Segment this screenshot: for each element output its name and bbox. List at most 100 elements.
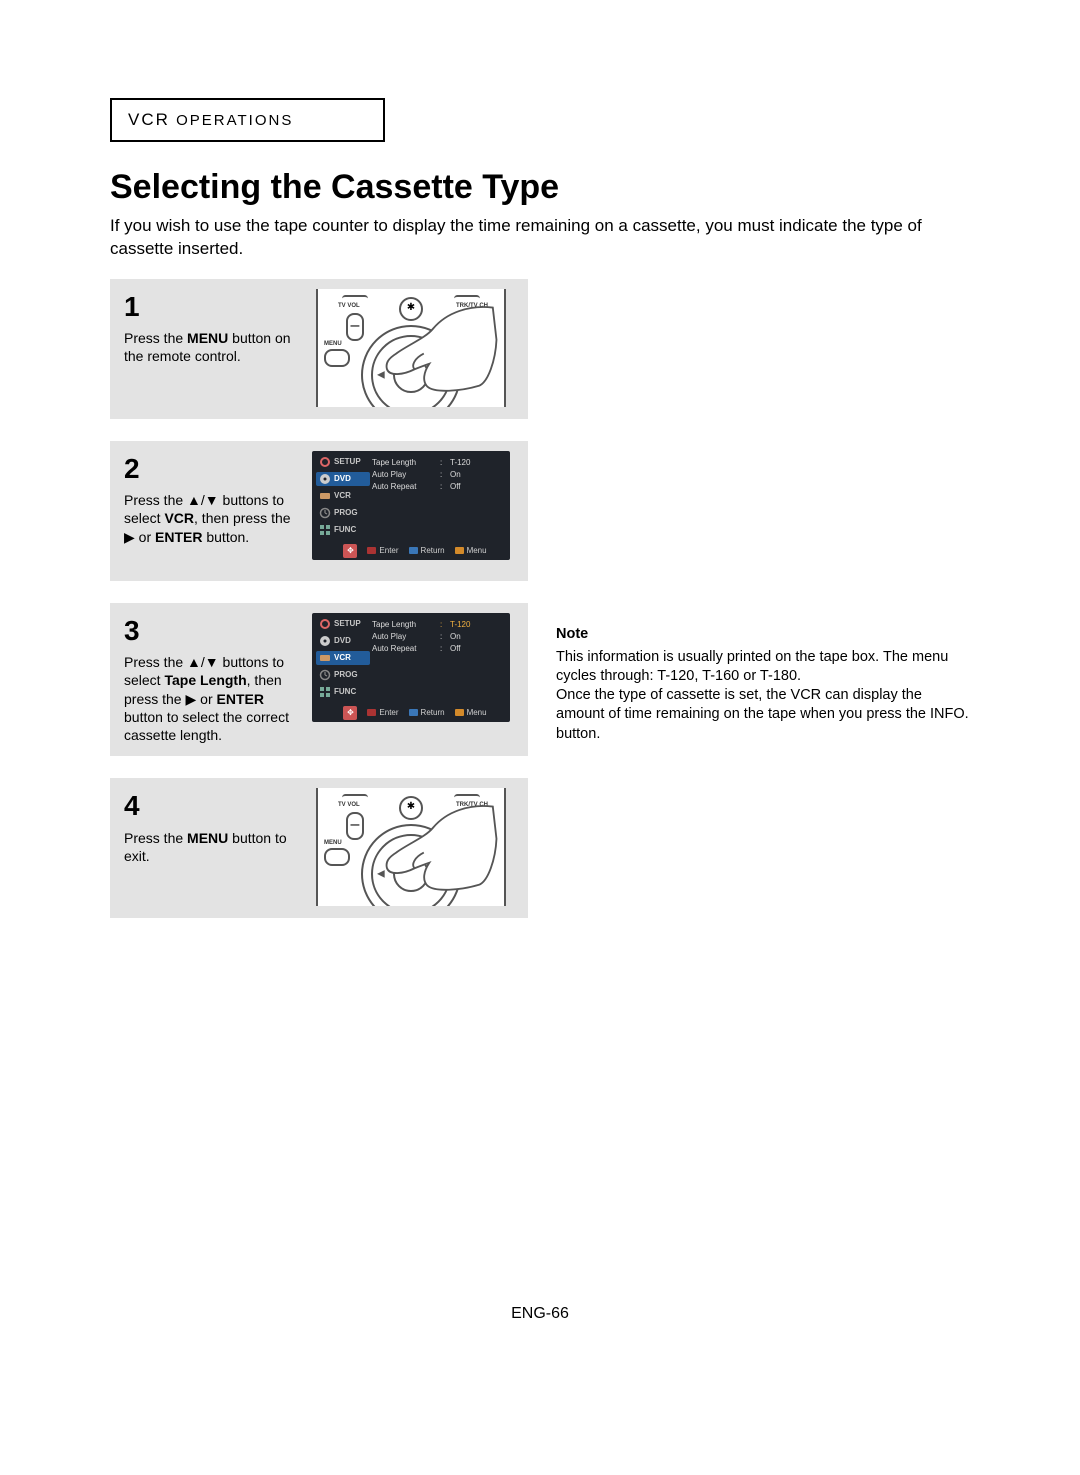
arrow-up-icon: ▲ bbox=[406, 840, 416, 851]
vol-minus-icon: – bbox=[346, 313, 364, 341]
osd-v1: On bbox=[450, 470, 506, 479]
remote-label-trk: TRK/TV CH bbox=[456, 303, 488, 309]
osd-menu: SETUP DVD VCR PROG FUNC Tape Length:T-12… bbox=[312, 451, 510, 560]
s2-t3: , then press the bbox=[194, 510, 291, 526]
step-4: 4 Press the MENU button to exit. TV VOL … bbox=[110, 778, 528, 918]
section-label: VCR OPERATIONS bbox=[128, 110, 293, 129]
osd2-v0: T-120 bbox=[450, 620, 506, 629]
clock-icon bbox=[319, 507, 331, 519]
mute-button-icon: ✱ bbox=[399, 796, 423, 820]
cassette-icon bbox=[319, 490, 331, 502]
cassette-icon bbox=[319, 652, 331, 664]
hint-enter: Enter bbox=[379, 546, 398, 555]
osd-setup: SETUP bbox=[334, 457, 361, 466]
gear-icon bbox=[319, 456, 331, 468]
osd-func: FUNC bbox=[334, 525, 356, 534]
osd2-setup: SETUP bbox=[334, 619, 361, 628]
osd2-dvd: DVD bbox=[334, 636, 351, 645]
clock-icon bbox=[319, 669, 331, 681]
osd2-row-2: Auto Repeat:Off bbox=[372, 643, 506, 655]
grid-icon bbox=[319, 524, 331, 536]
gear-icon bbox=[319, 618, 331, 630]
remote2-label-trk: TRK/TV CH bbox=[456, 802, 488, 808]
steps-column: 1 Press the MENU button on the remote co… bbox=[110, 279, 528, 918]
osd2-k1: Auto Play bbox=[372, 632, 440, 641]
step-1: 1 Press the MENU button on the remote co… bbox=[110, 279, 528, 419]
s4-t1: Press the bbox=[124, 830, 187, 846]
page: VCR OPERATIONS Selecting the Cassette Ty… bbox=[0, 0, 1080, 1475]
s3-t5: button to select the correct cassette le… bbox=[124, 709, 289, 743]
menu-icon bbox=[455, 547, 464, 554]
hint-menu: Menu bbox=[467, 546, 487, 555]
step-4-number: 4 bbox=[124, 788, 304, 824]
mute-button-icon: ✱ bbox=[399, 297, 423, 321]
step-2-number: 2 bbox=[124, 451, 304, 487]
s3-b2: ENTER bbox=[217, 691, 264, 707]
osd-item-prog: PROG bbox=[316, 506, 370, 520]
step-3: 3 Press the ▲/▼ buttons to select Tape L… bbox=[110, 603, 528, 756]
osd-item-dvd: DVD bbox=[316, 634, 370, 648]
s1-b1: MENU bbox=[187, 330, 228, 346]
s3-b1: Tape Length bbox=[164, 672, 246, 688]
enter-icon bbox=[367, 547, 376, 554]
step-3-figure: SETUP DVD VCR PROG FUNC Tape Length:T-12… bbox=[304, 613, 518, 744]
osd2-func: FUNC bbox=[334, 687, 356, 696]
note-column: Note This information is usually printed… bbox=[556, 279, 970, 918]
arrow-left-icon: ◀ bbox=[377, 869, 385, 880]
right-icon: ▶ bbox=[124, 529, 135, 545]
s3-t4: or bbox=[196, 691, 216, 707]
hint2-enter: Enter bbox=[379, 708, 398, 717]
hint2-return: Return bbox=[421, 708, 445, 717]
menu-icon bbox=[455, 709, 464, 716]
osd-item-setup: SETUP bbox=[316, 617, 370, 631]
osd-v0: T-120 bbox=[450, 458, 506, 467]
arrow-up-icon: ▲ bbox=[406, 341, 416, 352]
remote-label-menu: MENU bbox=[324, 341, 342, 347]
disc-icon bbox=[319, 635, 331, 647]
s2-t1: Press the bbox=[124, 492, 187, 508]
osd-v2: Off bbox=[450, 482, 506, 491]
updown-icon: ▲/▼ bbox=[187, 492, 219, 508]
osd-k2: Auto Repeat bbox=[372, 482, 440, 491]
arrow-left-icon: ◀ bbox=[377, 369, 385, 380]
osd2-row-1: Auto Play:On bbox=[372, 631, 506, 643]
osd-item-vcr: VCR bbox=[316, 489, 370, 503]
osd-row-1: Auto Play:On bbox=[372, 469, 506, 481]
s2-b1: VCR bbox=[164, 510, 194, 526]
note-title: Note bbox=[556, 625, 970, 644]
s2-b2: ENTER bbox=[155, 529, 202, 545]
osd-item-vcr: VCR bbox=[316, 651, 370, 665]
disc-icon bbox=[319, 473, 331, 485]
s1-t1: Press the bbox=[124, 330, 187, 346]
s4-b1: MENU bbox=[187, 830, 228, 846]
osd-item-setup: SETUP bbox=[316, 455, 370, 469]
step-4-figure: TV VOL TRK/TV CH MENU ✱ – ▲ ◀ ▶ bbox=[304, 788, 518, 906]
remote2-label-tvvol: TV VOL bbox=[338, 802, 360, 808]
arrow-right-icon: ▶ bbox=[437, 869, 445, 880]
right-icon: ▶ bbox=[185, 691, 196, 707]
osd-hints-2: ✥ Enter Return Menu bbox=[312, 704, 510, 720]
step-1-text: 1 Press the MENU button on the remote co… bbox=[124, 289, 304, 407]
osd2-v2: Off bbox=[450, 644, 506, 653]
step-1-number: 1 bbox=[124, 289, 304, 325]
osd-main: Tape Length:T-120 Auto Play:On Auto Repe… bbox=[370, 451, 510, 542]
osd-sidebar: SETUP DVD VCR PROG FUNC bbox=[312, 451, 370, 542]
move-icon: ✥ bbox=[343, 706, 357, 720]
s2-t5: button. bbox=[202, 529, 249, 545]
page-number: ENG-66 bbox=[511, 1305, 569, 1323]
hint-return: Return bbox=[421, 546, 445, 555]
remote-illustration-2: TV VOL TRK/TV CH MENU ✱ – ▲ ◀ ▶ bbox=[316, 788, 506, 906]
osd-k1: Auto Play bbox=[372, 470, 440, 479]
step-2-figure: SETUP DVD VCR PROG FUNC Tape Length:T-12… bbox=[304, 451, 518, 569]
updown-icon: ▲/▼ bbox=[187, 654, 219, 670]
osd-item-func: FUNC bbox=[316, 685, 370, 699]
osd-dvd: DVD bbox=[334, 474, 351, 483]
osd-item-func: FUNC bbox=[316, 523, 370, 537]
remote-label-tvvol: TV VOL bbox=[338, 303, 360, 309]
step-4-text: 4 Press the MENU button to exit. bbox=[124, 788, 304, 906]
step-1-figure: TV VOL TRK/TV CH MENU ✱ – ▲ ◀ ▶ bbox=[304, 289, 518, 407]
osd-main-2: Tape Length:T-120 Auto Play:On Auto Repe… bbox=[370, 613, 510, 704]
osd-item-prog: PROG bbox=[316, 668, 370, 682]
osd-item-dvd: DVD bbox=[316, 472, 370, 486]
hint2-menu: Menu bbox=[467, 708, 487, 717]
